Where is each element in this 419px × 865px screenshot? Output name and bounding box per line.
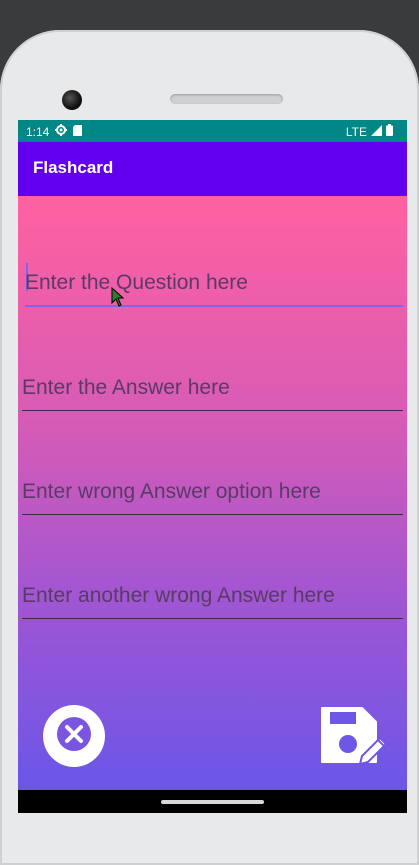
answer-input[interactable] [22,376,403,400]
app-title: Flashcard [33,158,114,177]
device-screen: 1:14 LTE Flashcard Enter the Question he… [18,120,407,813]
another-wrong-answer-input[interactable] [22,584,403,608]
wrong-answer-field[interactable] [22,464,403,515]
wrong-answer-input[interactable] [22,480,403,504]
emulator-toolbar [0,0,419,30]
question-field[interactable] [25,255,403,307]
flashcard-form [18,196,407,790]
status-bar: 1:14 LTE [18,120,407,142]
save-edit-icon [318,707,390,776]
sd-card-icon [73,124,83,139]
close-icon [55,715,93,757]
mouse-pointer-icon [111,286,125,307]
front-camera [62,90,82,110]
answer-field[interactable] [22,360,403,411]
earpiece-speaker [170,94,283,104]
network-type: LTE [345,124,367,139]
save-button[interactable] [318,704,390,772]
app-bar: Flashcard [18,142,407,196]
status-time: 1:14 [26,124,50,139]
another-wrong-answer-field[interactable] [22,568,403,619]
cancel-button[interactable] [43,705,105,767]
gear-icon [55,124,68,139]
home-gesture-handle[interactable] [161,800,264,804]
question-input[interactable] [25,271,403,295]
signal-icon [371,124,382,139]
battery-icon [386,124,393,139]
system-nav-bar [18,790,407,813]
